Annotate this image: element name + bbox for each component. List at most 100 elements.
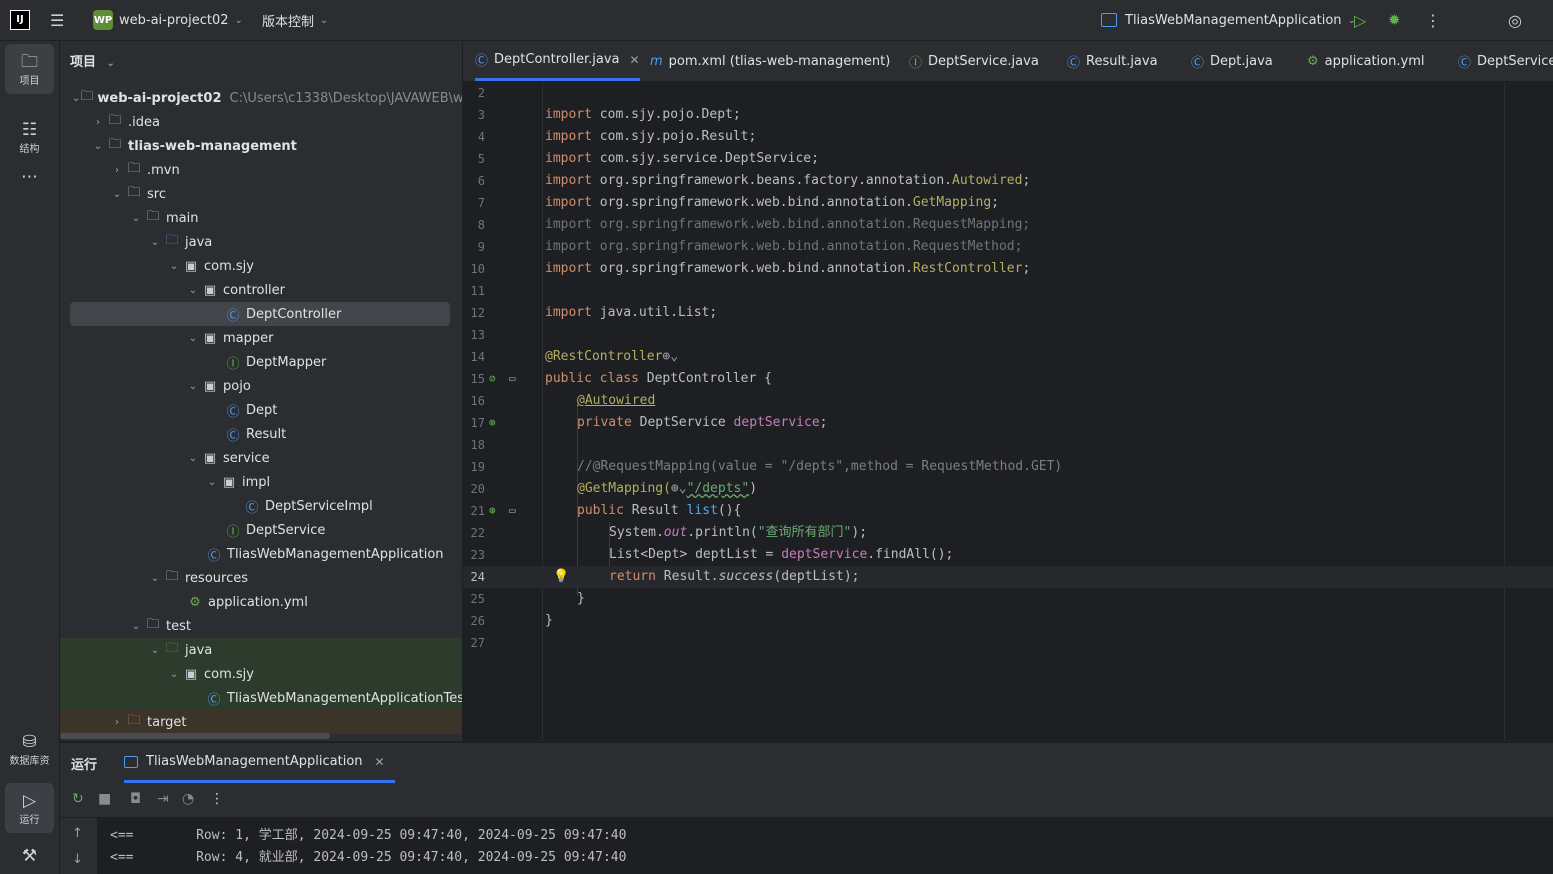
lightbulb-icon[interactable]: 💡 [553,566,569,588]
run-console[interactable]: ↑ ↓ <== Row: 1, 学工部, 2024-09-25 09:47:40… [60,818,1553,874]
tree-item-target[interactable]: › 🗀 target [60,710,462,734]
tree-item-main[interactable]: ⌄ 🗀 main [60,206,462,230]
tab-label: Dept.java [1210,53,1273,69]
more-actions-icon[interactable]: ⋮ [1425,0,1441,40]
tree-item-deptserviceimpl[interactable]: Ⓒ DeptServiceImpl [60,494,462,518]
package-icon: ▣ [203,330,217,346]
close-icon[interactable]: ✕ [375,755,385,769]
more-options-icon[interactable]: ⋮ [210,791,224,807]
code-line: 15 ⊘ ▭ public class DeptController { [463,368,1553,390]
endpoints-gutter-icon[interactable]: ▭ [509,500,516,522]
run-config-label: TliasWebManagementApplication [1125,12,1342,28]
tree-item-src[interactable]: ⌄ 🗀 src [60,182,462,206]
package-icon: ▣ [203,378,217,394]
console-line: <== Row: 1, 学工部, 2024-09-25 09:47:40, 20… [110,828,627,843]
tree-item-application-yml[interactable]: ⚙ application.yml [60,590,462,614]
run-icon[interactable]: ▷ [1354,0,1366,40]
tree-item-label: TliasWebManagementApplicationTests [227,690,462,706]
tree-item-deptmapper[interactable]: Ⓘ DeptMapper [60,350,462,374]
debug-icon[interactable]: ✹ [1388,0,1401,40]
tree-item-package[interactable]: ⌄ ▣ com.sjy [60,254,462,278]
tree-item-label: .mvn [147,162,180,178]
code-editor[interactable]: 2 3 import com.sjy.pojo.Dept; 4 import com… [463,82,1553,741]
close-icon[interactable]: ✕ [630,53,640,67]
project-switcher[interactable]: WP web-ai-project02 ⌄ [93,0,243,40]
code-line: 5 import com.sjy.service.DeptService; [477,151,819,166]
tree-item-controller[interactable]: ⌄ ▣ controller [60,278,462,302]
structure-tool-button[interactable]: ☷ 结构 [5,112,54,162]
vcs-menu[interactable]: 版本控制 ⌄ [262,0,328,40]
tab-pom[interactable]: m pom.xml (tlias-web-management) [650,41,890,81]
project-badge: WP [93,10,113,30]
tree-item-java[interactable]: ⌄ 🗀 java [60,230,462,254]
tree-item-idea[interactable]: › 🗀 .idea [60,110,462,134]
tab-label: pom.xml (tlias-web-management) [668,53,891,69]
build-icon[interactable]: ⚒ [5,841,54,871]
chevron-down-icon: ⌄ [131,620,141,632]
class-icon: Ⓒ [475,54,489,69]
database-icon: ⛁ [22,731,37,752]
class-icon: Ⓒ [245,500,259,516]
arrow-down-icon[interactable]: ↓ [72,852,83,867]
tab-result[interactable]: Ⓒ Result.java [1067,41,1158,81]
main-menu-icon[interactable]: ☰ [50,0,64,40]
current-code-line: 24 💡 return Result.success(deptList); [463,566,1553,588]
tree-item-project-root[interactable]: ⌄ 🗀 web-ai-project02 C:\Users\c1338\Deskto… [60,86,462,110]
arrow-up-icon[interactable]: ↑ [72,826,83,841]
stop-icon[interactable]: ■ [98,791,111,807]
restore-layout-icon[interactable]: ⇥ [157,791,169,807]
tree-item-pojo[interactable]: ⌄ ▣ pojo [60,374,462,398]
tree-item-result[interactable]: Ⓒ Result [60,422,462,446]
tab-application-yml[interactable]: ⚙ application.yml [1307,41,1424,81]
more-tools-icon[interactable]: ⋯ [5,162,54,192]
tree-item-mvn[interactable]: › 🗀 .mvn [60,158,462,182]
tree-item-label: .idea [128,114,160,130]
rerun-icon[interactable]: ↻ [72,791,84,807]
globe-icon[interactable]: ⊕⌄ [662,349,678,364]
tab-dept[interactable]: Ⓒ Dept.java [1191,41,1273,81]
run-config-selector[interactable]: TliasWebManagementApplication ⌄ [1101,0,1356,40]
ai-assistant-icon[interactable]: ◎ [1508,0,1522,40]
tree-item-tests[interactable]: Ⓒ TliasWebManagementApplicationTests [60,686,462,710]
chevron-down-icon: ⌄ [93,140,103,152]
spring-bean-gutter-icon[interactable]: ⊘ [489,368,496,390]
database-tool-button[interactable]: ⛁ 数据库资 [5,724,54,774]
tree-item-label: java [185,234,213,250]
chevron-down-icon: ⌄ [234,14,243,26]
project-tool-button[interactable]: 🗀 项目 [5,44,54,94]
ide-logo-icon[interactable]: IJ [10,0,30,40]
globe-icon[interactable]: ⊕⌄ [671,481,687,496]
tree-item-module[interactable]: ⌄ 🗀 tlias-web-management [60,134,462,158]
chevron-down-icon: ⌄ [112,188,122,200]
tree-item-test[interactable]: ⌄ 🗀 test [60,614,462,638]
tree-item-service[interactable]: ⌄ ▣ service [60,446,462,470]
tree-item-label: test [166,618,191,634]
coverage-icon[interactable]: ◔ [182,791,194,807]
tree-item-impl[interactable]: ⌄ ▣ impl [60,470,462,494]
run-tool-button[interactable]: ▷ 运行 [5,783,54,833]
tab-deptservice[interactable]: Ⓘ DeptService.java [909,41,1039,81]
package-icon: ▣ [184,666,198,682]
tree-item-deptcontroller[interactable]: Ⓒ DeptController [70,302,450,326]
code-line: 19//@RequestMapping(value = "/depts",met… [470,459,1063,474]
tree-item-mapper[interactable]: ⌄ ▣ mapper [60,326,462,350]
tab-run-application[interactable]: TliasWebManagementApplication ✕ [124,743,395,783]
endpoints-gutter-icon[interactable]: ▭ [509,368,516,390]
horizontal-scrollbar[interactable] [60,733,330,739]
class-icon: Ⓒ [226,404,240,420]
tree-item-application[interactable]: Ⓒ TliasWebManagementApplication [60,542,462,566]
tree-item-label: main [166,210,199,226]
tree-item-deptservice[interactable]: Ⓘ DeptService [60,518,462,542]
tab-deptserviceimpl[interactable]: Ⓒ DeptServiceI [1458,41,1553,81]
camera-icon[interactable]: ◘ [130,791,141,807]
tree-item-resources[interactable]: ⌄ 🗀 resources [60,566,462,590]
request-mapping-gutter-icon[interactable]: ⊛ [489,500,496,522]
tree-item-test-java[interactable]: ⌄ 🗀 java [60,638,462,662]
project-panel-header[interactable]: 项目 ⌄ [70,51,115,70]
tab-deptcontroller[interactable]: Ⓒ DeptController.java ✕ [475,41,640,81]
chevron-down-icon: ⌄ [188,380,198,392]
tree-item-dept[interactable]: Ⓒ Dept [60,398,462,422]
tree-item-test-package[interactable]: ⌄ ▣ com.sjy [60,662,462,686]
tab-label: application.yml [1324,53,1425,69]
autowired-gutter-icon[interactable]: ⊗ [489,412,496,434]
